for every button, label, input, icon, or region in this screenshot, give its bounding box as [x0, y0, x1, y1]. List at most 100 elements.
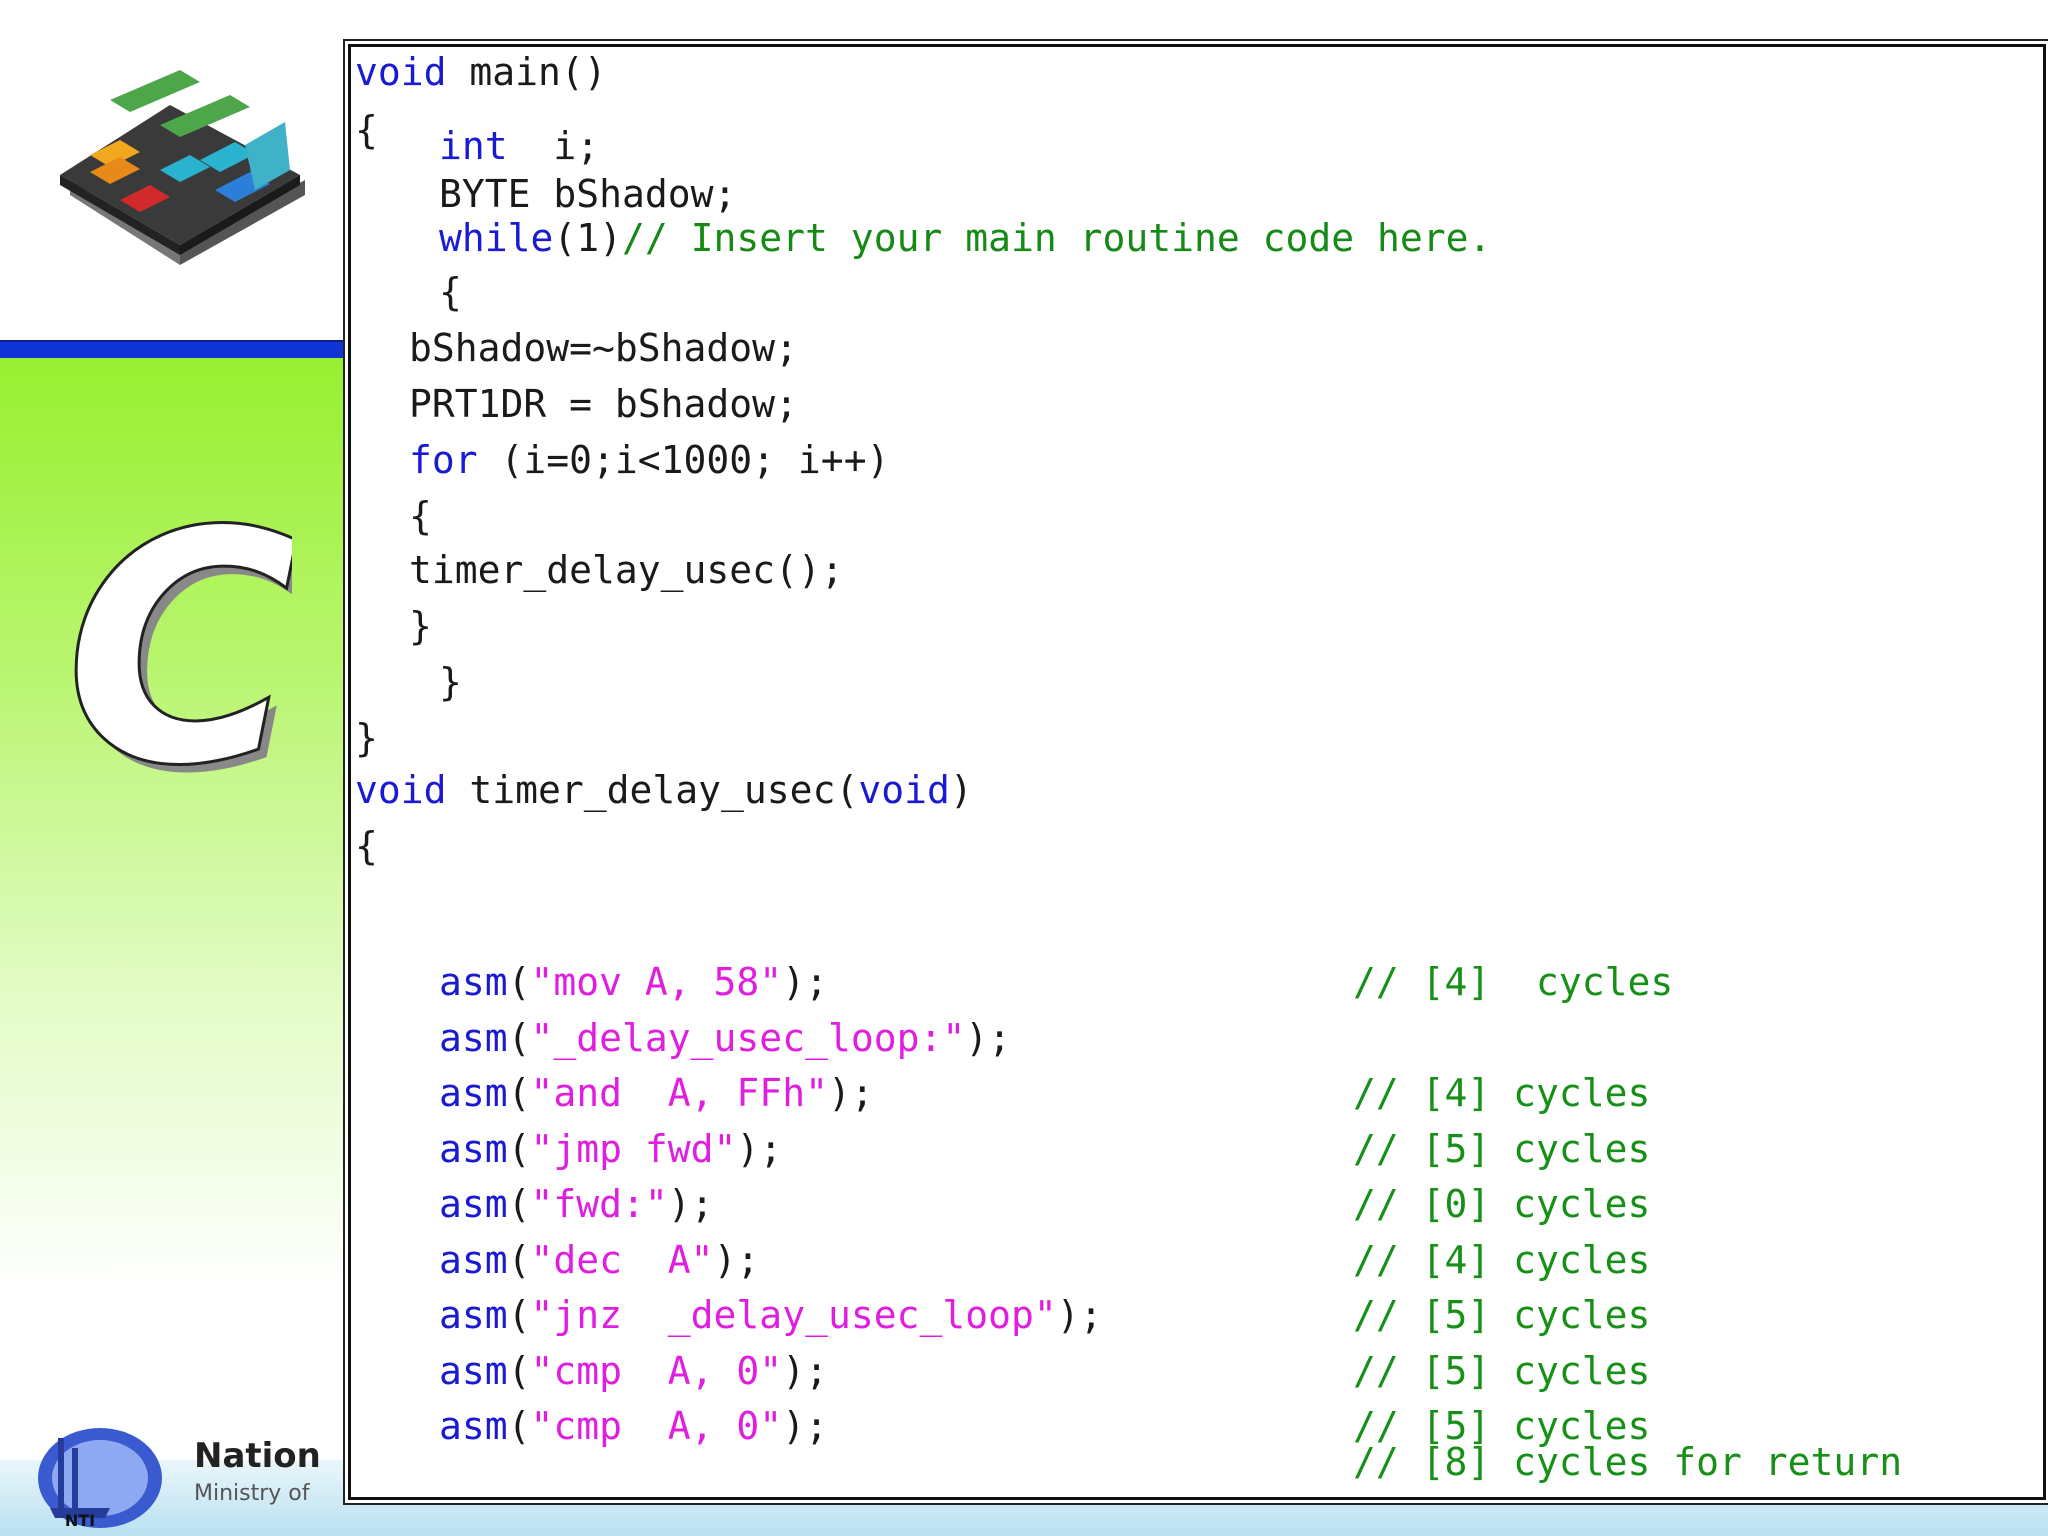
asm-string: "fwd:" — [530, 1182, 668, 1226]
code-text: } — [355, 716, 378, 760]
code-line: for (i=0;i<1000; i++) — [409, 437, 889, 483]
keyword: int — [439, 124, 508, 168]
asm-line: asm("fwd:"); — [439, 1181, 714, 1227]
code-text: ); — [827, 1071, 874, 1115]
big-letter-c: C — [65, 500, 292, 800]
code-text: ); — [782, 1348, 828, 1393]
keyword: void — [355, 50, 447, 94]
asm-line: asm("jmp fwd"); — [439, 1126, 782, 1172]
asm-keyword: asm — [439, 1182, 508, 1226]
psoc-chip-logo — [60, 70, 305, 265]
code-text: ( — [507, 1126, 531, 1171]
code-line: { — [355, 107, 378, 153]
cycles-comment: // [4] cycles — [1353, 960, 1674, 1004]
asm-string: "cmp A, 0" — [530, 1348, 783, 1393]
code-text: ( — [507, 1015, 531, 1060]
code-text: i; — [507, 124, 600, 168]
code-line: { — [439, 269, 462, 315]
code-text: ); — [713, 1237, 760, 1282]
asm-line: asm("and A, FFh"); — [439, 1070, 874, 1116]
code-text: ( — [507, 1293, 531, 1337]
keyword: while — [439, 216, 554, 260]
keyword: void — [355, 768, 447, 812]
footer-organization-name: Nation — [194, 1436, 321, 1476]
code-line: BYTE bShadow; — [439, 171, 736, 217]
asm-line: asm("cmp A, 0"); — [439, 1403, 828, 1449]
asm-string: "cmp A, 0" — [530, 1404, 783, 1448]
code-line: void main() — [355, 49, 607, 95]
code-text: (i=0;i<1000; i++) — [477, 438, 890, 482]
code-text: { — [355, 824, 378, 868]
code-text: ( — [507, 1182, 531, 1226]
asm-string: "and A, FFh" — [530, 1071, 828, 1115]
code-line: { — [409, 493, 432, 539]
code-text: main() — [446, 50, 607, 94]
code-text: ( — [507, 1348, 531, 1393]
keyword: void — [858, 768, 950, 812]
code-text: PRT1DR = bShadow; — [409, 382, 798, 426]
cycles-comment: // [4] cycles — [1353, 1237, 1651, 1282]
code-text: ( — [507, 1237, 531, 1282]
asm-keyword: asm — [439, 1071, 508, 1115]
cycles-comment: // [5] cycles — [1353, 1348, 1651, 1393]
code-text: bShadow=~bShadow; — [409, 326, 798, 370]
code-text: BYTE bShadow; — [439, 172, 737, 216]
code-text: ); — [667, 1182, 714, 1226]
code-line: void timer_delay_usec(void) — [355, 767, 973, 813]
asm-string: "mov A, 58" — [530, 960, 783, 1004]
asm-string: "dec A" — [530, 1237, 714, 1282]
code-text: ); — [965, 1015, 1011, 1060]
code-line: timer_delay_usec(); — [409, 547, 844, 593]
code-text: timer_delay_usec( — [446, 768, 859, 812]
nti-logo: NTI — [38, 1428, 162, 1530]
code-text: ( — [507, 1404, 531, 1448]
svg-text:NTI: NTI — [65, 1511, 95, 1530]
blue-divider-bar — [0, 340, 380, 358]
code-line: bShadow=~bShadow; — [409, 325, 798, 371]
cycles-comment: // [0] cycles — [1353, 1182, 1651, 1226]
code-text: { — [439, 270, 462, 314]
code-text: timer_delay_usec(); — [409, 548, 844, 592]
cycles-comment: // [5] cycles — [1353, 1293, 1651, 1337]
code-text: } — [439, 660, 462, 704]
code-text: ); — [782, 1404, 828, 1448]
big-letter-c-graphic: C C — [63, 500, 292, 800]
code-line: PRT1DR = bShadow; — [409, 381, 798, 427]
code-line: } — [355, 715, 378, 761]
asm-line: asm("jnz _delay_usec_loop"); — [439, 1292, 1103, 1338]
asm-keyword: asm — [439, 1126, 508, 1171]
asm-keyword: asm — [439, 1293, 508, 1337]
code-text: } — [409, 604, 432, 648]
code-text: ) — [949, 768, 973, 812]
code-comment: // Insert your main routine code here. — [622, 216, 1492, 260]
asm-keyword: asm — [439, 1237, 508, 1282]
code-text: ); — [782, 960, 828, 1004]
code-line: } — [409, 603, 432, 649]
asm-line: asm("dec A"); — [439, 1237, 759, 1283]
asm-line: asm("mov A, 58"); — [439, 959, 828, 1005]
keyword: for — [409, 438, 478, 482]
asm-keyword: asm — [439, 1015, 508, 1060]
asm-keyword: asm — [439, 1348, 508, 1393]
asm-line: asm("cmp A, 0"); — [439, 1348, 828, 1394]
code-text: (1) — [553, 216, 623, 260]
code-text: { — [409, 494, 432, 538]
code-line: int i; — [439, 123, 599, 169]
code-line: } — [439, 659, 462, 705]
return-cycles-comment: // [8] cycles for return — [1353, 1440, 1903, 1484]
asm-line: asm("_delay_usec_loop:"); — [439, 1015, 1011, 1061]
code-text: ( — [507, 1071, 531, 1115]
code-line: { — [355, 823, 378, 869]
footer-ministry: Ministry of — [194, 1481, 310, 1506]
code-text: { — [355, 108, 378, 152]
code-text: ); — [736, 1126, 783, 1171]
asm-keyword: asm — [439, 960, 508, 1004]
cycles-comment: // [4] cycles — [1353, 1071, 1651, 1115]
code-window: void main() { int i; BYTE bShadow; while… — [348, 44, 2046, 1500]
asm-keyword: asm — [439, 1404, 508, 1448]
code-text: ( — [507, 960, 531, 1004]
asm-string: "jnz _delay_usec_loop" — [530, 1293, 1057, 1337]
asm-string: "jmp fwd" — [530, 1126, 737, 1171]
cycles-comment: // [5] cycles — [1353, 1126, 1651, 1171]
asm-string: "_delay_usec_loop:" — [530, 1015, 966, 1060]
